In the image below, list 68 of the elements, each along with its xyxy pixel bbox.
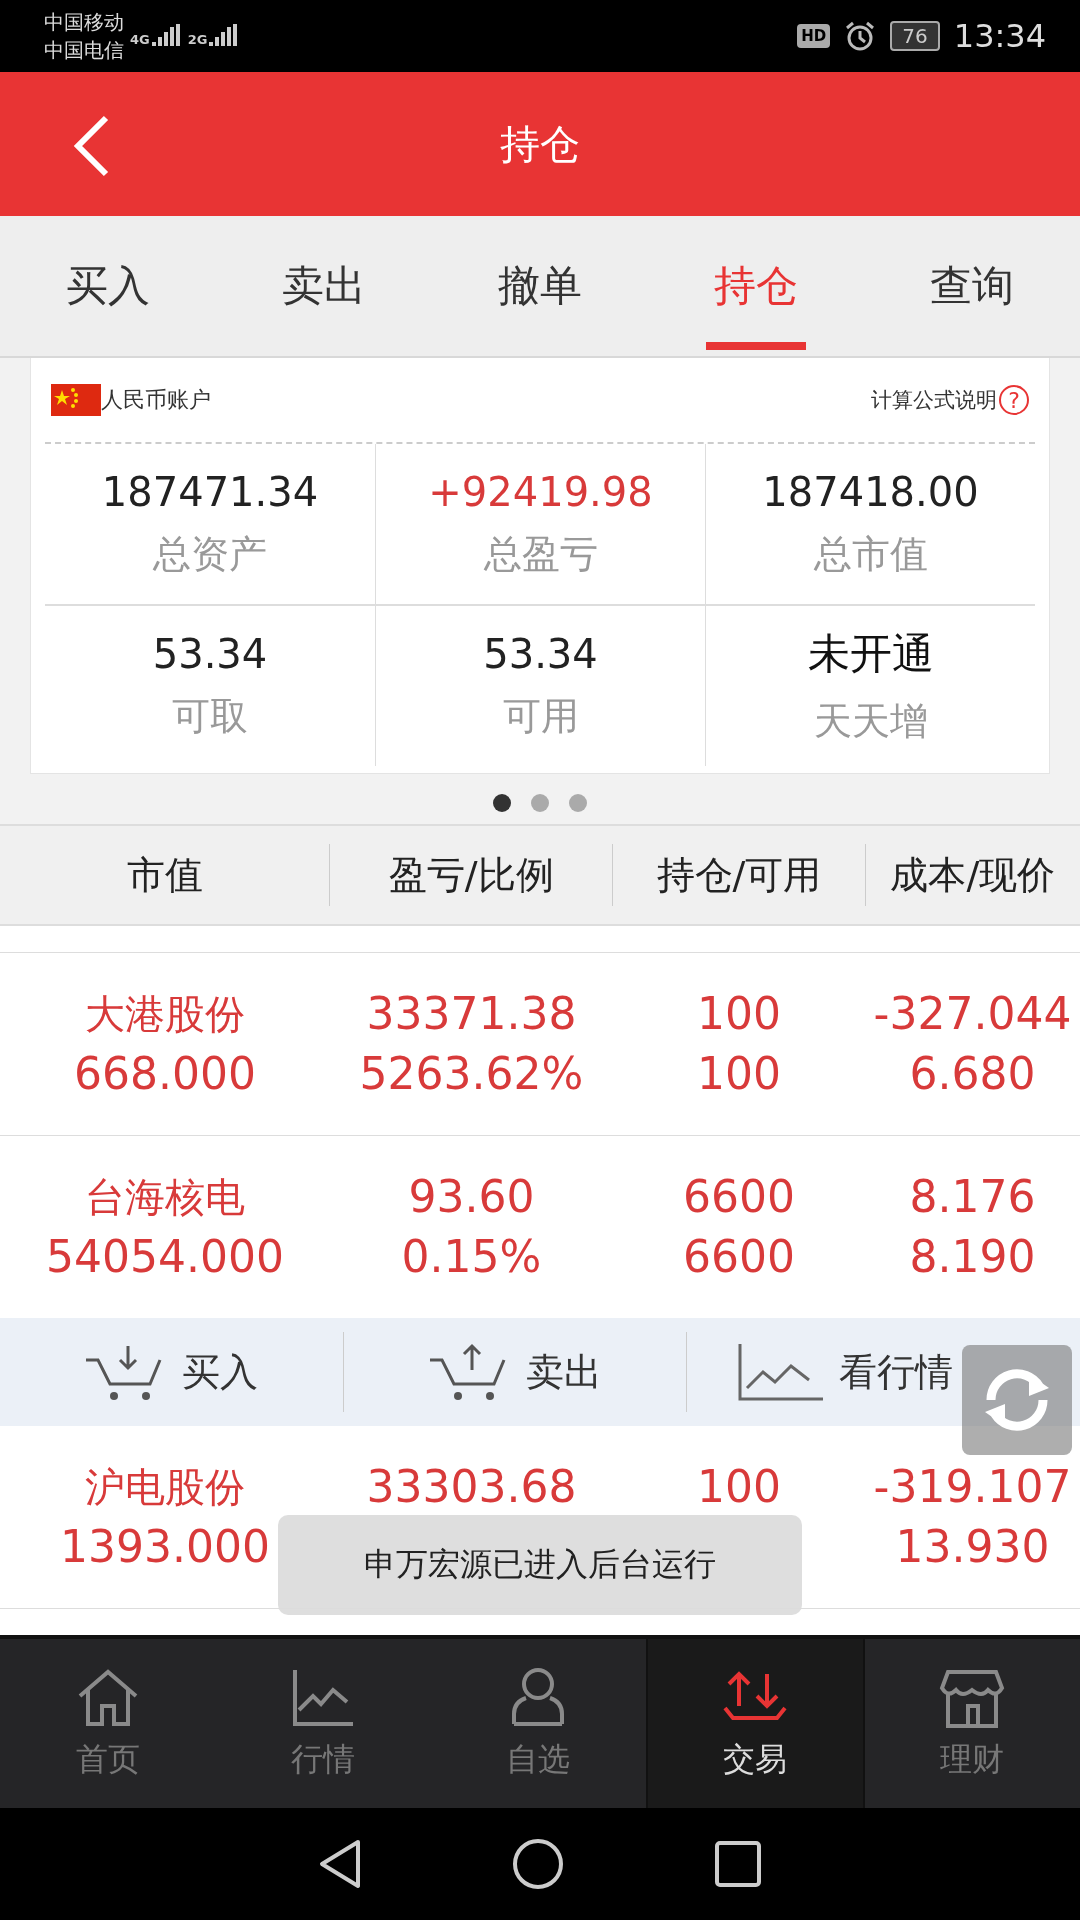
tab[interactable]: 卖出 — [216, 216, 432, 356]
nav-tab[interactable]: 交易 — [645, 1639, 865, 1808]
metric-value: 53.34 — [483, 630, 598, 677]
tab[interactable]: 撤单 — [432, 216, 648, 356]
column-header: 成本/现价 — [864, 844, 1080, 906]
available-quantity: 100 — [697, 1050, 781, 1098]
alarm-icon — [844, 20, 877, 52]
tab[interactable]: 查询 — [864, 216, 1080, 356]
home-icon[interactable] — [512, 1838, 564, 1890]
holding-row[interactable]: 台海核电 54054.000 93.60 0.15% 6600 6600 8.176 8.190 — [0, 1136, 1080, 1318]
metric-value: 未开通 — [807, 627, 934, 680]
metric-label: 总市值 — [813, 530, 928, 578]
metric-value: 53.34 — [152, 630, 268, 677]
profit-loss-ratio: 0.15% — [401, 1233, 542, 1281]
market-value: 54054.000 — [46, 1233, 284, 1281]
position-quantity: 100 — [697, 990, 781, 1038]
metric-label: 总盈亏 — [483, 530, 598, 578]
tab[interactable]: 买入 — [0, 216, 216, 356]
metric-value: 187418.00 — [762, 468, 979, 515]
network-type: 2G — [187, 32, 208, 47]
flag-icon — [51, 384, 101, 416]
market-value: 668.000 — [74, 1050, 256, 1098]
battery-level: 76 — [890, 21, 940, 51]
profit-loss: 33371.38 — [366, 990, 577, 1038]
stock-name: 大港股份 — [85, 990, 245, 1038]
current-price: 8.190 — [909, 1233, 1036, 1281]
stock-name: 沪电股份 — [85, 1463, 245, 1511]
recents-icon[interactable] — [714, 1840, 762, 1888]
metric-label: 总资产 — [153, 530, 267, 578]
metric-label: 天天增 — [813, 697, 928, 745]
signal-icon — [209, 24, 240, 48]
profit-loss-ratio: 5263.62% — [359, 1050, 584, 1098]
back-icon[interactable] — [318, 1838, 362, 1890]
background-run-toast: 申万宏源已进入后台运行 — [278, 1515, 802, 1615]
row-action-button[interactable]: 卖出 — [342, 1332, 687, 1412]
carrier-name: 中国移动 — [44, 9, 124, 36]
account-name: 人民币账户 — [101, 386, 211, 414]
line-chart-icon — [737, 1342, 826, 1402]
metric-value: 187471.34 — [101, 468, 319, 515]
metric-value: +92419.98 — [428, 468, 653, 515]
clock-time: 13:34 — [953, 17, 1046, 55]
market-value: 1393.000 — [60, 1523, 270, 1571]
signal-icon — [151, 24, 182, 48]
column-header: 持仓/可用 — [612, 844, 865, 906]
column-header: 盈亏/比例 — [329, 844, 613, 906]
profit-loss: 33303.68 — [366, 1463, 577, 1511]
position-quantity: 100 — [697, 1463, 781, 1511]
hd-badge: HD — [797, 24, 831, 48]
holding-row[interactable]: 大港股份 668.000 33371.38 5263.62% 100 100 -327.044 6.680 — [0, 953, 1080, 1136]
cost-price: 8.176 — [909, 1173, 1036, 1221]
available-quantity: 6600 — [683, 1233, 795, 1281]
metric-label: 可用 — [502, 692, 579, 740]
formula-help-link[interactable]: 计算公式说明 ? — [871, 385, 1029, 415]
current-price: 6.680 — [909, 1050, 1036, 1098]
help-icon: ? — [999, 385, 1029, 415]
tab[interactable]: 持仓 — [648, 216, 864, 356]
row-action-button[interactable]: 买入 — [0, 1318, 343, 1426]
position-quantity: 6600 — [683, 1173, 795, 1221]
cost-price: -319.107 — [873, 1463, 1072, 1511]
carrier-name: 中国电信 — [44, 37, 124, 64]
metric-label: 可取 — [172, 692, 248, 740]
current-price: 13.930 — [895, 1523, 1050, 1571]
stock-name: 台海核电 — [85, 1173, 245, 1221]
cost-price: -327.044 — [873, 990, 1072, 1038]
page-title: 持仓 — [500, 119, 580, 169]
network-type: 4G — [130, 32, 150, 47]
profit-loss: 93.60 — [408, 1173, 535, 1221]
column-header: 市值 — [125, 851, 204, 899]
